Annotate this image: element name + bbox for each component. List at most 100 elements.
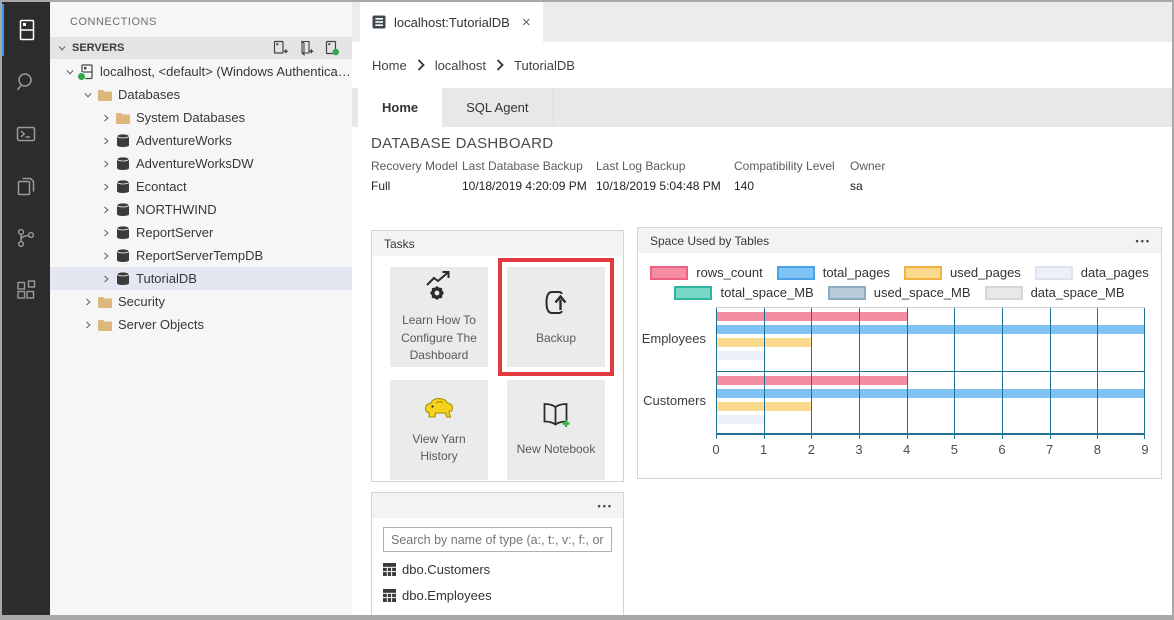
legend-row: total_space_MBused_space_MBdata_space_MB	[667, 285, 1131, 300]
list-item-dbo-customers[interactable]: dbo.Customers	[383, 557, 612, 581]
tree-item-label: ReportServerTempDB	[136, 248, 263, 263]
database-icon	[114, 271, 132, 287]
database-icon	[114, 202, 132, 218]
gridline	[1144, 308, 1145, 433]
tree-item-econtact[interactable]: Econtact	[50, 175, 352, 198]
tree-item-server-objects[interactable]: Server Objects	[50, 313, 352, 336]
tick-label: 1	[760, 442, 767, 457]
property-label: Last Database Backup	[462, 159, 596, 173]
tasks-grid: Learn How To Configure The DashboardBack…	[372, 256, 624, 482]
search-input[interactable]	[383, 527, 612, 552]
editor-tab-localhost-tutorialdb[interactable]: localhost:TutorialDB ×	[360, 2, 543, 42]
tree-item-reportservertempdb[interactable]: ReportServerTempDB	[50, 244, 352, 267]
tree-item-tutorialdb[interactable]: TutorialDB	[50, 267, 352, 290]
extensions-icon	[14, 278, 38, 302]
table-icon	[383, 589, 396, 602]
database-icon	[114, 133, 132, 149]
tree-item-label: AdventureWorksDW	[136, 156, 254, 171]
tree-item-localhost-default-windows-authentication[interactable]: localhost, <default> (Windows Authentica…	[50, 60, 352, 83]
chevron-right-icon	[98, 110, 114, 126]
chart-plot	[716, 307, 1145, 435]
servers-section-header[interactable]: SERVERS	[50, 37, 352, 59]
activity-item-extensions[interactable]	[2, 264, 50, 316]
folder-icon	[96, 87, 114, 103]
tree-item-label: Server Objects	[118, 317, 204, 332]
tick-label: 6	[998, 442, 1005, 457]
tree-item-adventureworks[interactable]: AdventureWorks	[50, 129, 352, 152]
object-list: dbo.Customersdbo.Employees	[383, 555, 612, 607]
activity-item-search[interactable]	[2, 56, 50, 108]
tree-item-reportserver[interactable]: ReportServer	[50, 221, 352, 244]
legend-item-used_pages: used_pages	[904, 265, 1021, 280]
tree-item-security[interactable]: Security	[50, 290, 352, 313]
editor-tab-title: localhost:TutorialDB	[394, 15, 510, 30]
tree-item-label: localhost, <default> (Windows Authentica…	[100, 64, 352, 79]
more-options-icon[interactable]: •••	[598, 501, 613, 511]
chart-bar-total_pages	[716, 389, 1145, 398]
tree-item-label: TutorialDB	[136, 271, 197, 286]
new-connection-icon[interactable]	[272, 40, 288, 56]
tree-item-system-databases[interactable]: System Databases	[50, 106, 352, 129]
backup-button[interactable]: Backup	[507, 267, 605, 367]
breadcrumb-separator-icon	[416, 59, 426, 71]
object-search-widget: ••• dbo.Customersdbo.Employees	[371, 492, 624, 615]
tick-mark	[764, 435, 765, 439]
tick-mark	[1097, 435, 1098, 439]
gridline	[1097, 308, 1098, 433]
legend-swatch	[985, 286, 1023, 300]
tick-label: 2	[808, 442, 815, 457]
property-owner: Ownersa	[850, 159, 910, 193]
tick-label: 4	[903, 442, 910, 457]
more-options-icon[interactable]: •••	[1136, 236, 1151, 246]
breadcrumb-item-tutorialdb[interactable]: TutorialDB	[514, 58, 575, 73]
tick-mark	[907, 435, 908, 439]
tick-label: 3	[855, 442, 862, 457]
view-yarn-history-button[interactable]: View Yarn History	[390, 380, 488, 480]
list-item-dbo-employees[interactable]: dbo.Employees	[383, 583, 612, 607]
legend-swatch	[650, 266, 688, 280]
close-icon[interactable]: ×	[522, 15, 531, 30]
folder-icon	[96, 294, 114, 310]
tree-item-label: Databases	[118, 87, 180, 102]
gridline	[764, 308, 765, 433]
activity-item-notebooks[interactable]	[2, 160, 50, 212]
online-status-dot	[77, 72, 86, 81]
sidebar-title: CONNECTIONS	[50, 2, 352, 37]
tab-home[interactable]: Home	[358, 88, 442, 127]
activity-bar	[2, 2, 50, 615]
space-used-widget-header: Space Used by Tables •••	[638, 228, 1161, 253]
tab-sql-agent[interactable]: SQL Agent	[442, 88, 553, 127]
new-server-group-icon[interactable]	[298, 40, 314, 56]
learn-how-to-configure-the-dashboard-button[interactable]: Learn How To Configure The Dashboard	[390, 267, 488, 367]
breadcrumb-item-home[interactable]: Home	[372, 58, 407, 73]
activity-item-terminal[interactable]	[2, 108, 50, 160]
breadcrumb-item-localhost[interactable]: localhost	[435, 58, 486, 73]
chart-bar-data_pages	[716, 415, 764, 424]
folder-icon	[96, 317, 114, 333]
property-last-database-backup: Last Database Backup10/18/2019 4:20:09 P…	[462, 159, 596, 193]
legend-swatch	[777, 266, 815, 280]
chart-plot-wrap: 0123456789	[716, 307, 1145, 459]
app-window: CONNECTIONS SERVERS localhost, <default>…	[0, 0, 1174, 620]
active-connections-icon[interactable]	[324, 40, 340, 56]
dashboard-tabs: HomeSQL Agent	[352, 88, 1172, 127]
chevron-down-icon	[62, 64, 78, 80]
tick-mark	[1050, 435, 1051, 439]
object-search-widget-header: •••	[372, 493, 623, 518]
tree-item-databases[interactable]: Databases	[50, 83, 352, 106]
servers-tree: localhost, <default> (Windows Authentica…	[50, 59, 352, 615]
tree-item-northwind[interactable]: NORTHWIND	[50, 198, 352, 221]
activity-item-connections[interactable]	[2, 4, 50, 56]
legend-swatch	[904, 266, 942, 280]
tick-mark	[1002, 435, 1003, 439]
tick-label: 0	[712, 442, 719, 457]
activity-item-source-control[interactable]	[2, 212, 50, 264]
folder-icon	[114, 110, 132, 126]
task-button-label: View Yarn History	[394, 431, 484, 466]
chart-bar-data_pages	[716, 351, 764, 360]
tree-item-label: ReportServer	[136, 225, 213, 240]
source-control-icon	[14, 226, 38, 250]
chart-group-employees	[716, 308, 1145, 371]
new-notebook-button[interactable]: New Notebook	[507, 380, 605, 480]
tree-item-adventureworksdw[interactable]: AdventureWorksDW	[50, 152, 352, 175]
